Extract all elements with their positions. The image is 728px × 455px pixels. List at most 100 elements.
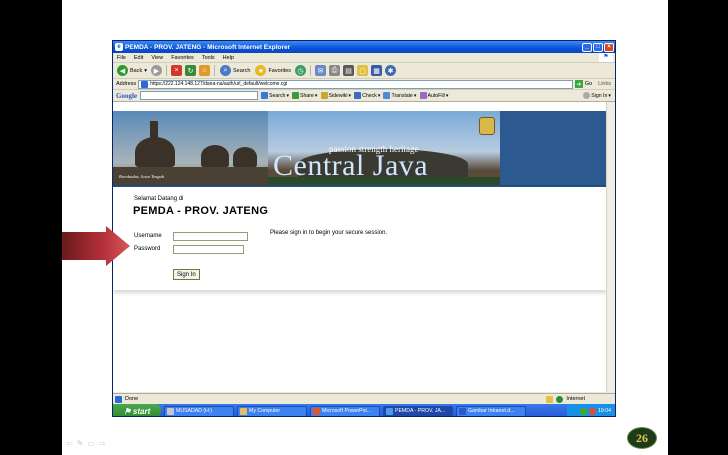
clock[interactable]: 19:04 (598, 408, 611, 414)
password-label: Password (134, 246, 161, 252)
org-title: PEMDA - PROV. JATENG (133, 205, 269, 217)
signin-hint: Please sign in to begin your secure sess… (270, 230, 388, 236)
taskbar: ⚑ start MUSADAD (H:) My Computer Microso… (113, 404, 615, 416)
menu-view[interactable]: View (151, 55, 163, 61)
refresh-icon[interactable]: ↻ (185, 65, 196, 76)
user-icon (583, 92, 591, 99)
google-signin-label: Sign In (591, 92, 608, 99)
back-label: Back (130, 67, 143, 74)
research-icon[interactable]: ▦ (371, 65, 383, 76)
slide-right-border (668, 0, 728, 455)
standard-toolbar: ◀ Back ▾ ▶ × ↻ ⌂ ⌕ Search ★ Favorites ◷ … (113, 63, 615, 79)
stupa-shape (201, 145, 229, 167)
stop-icon[interactable]: × (171, 65, 182, 76)
address-input[interactable]: https://222.124.148.127/dana-na/auth/url… (138, 79, 573, 89)
go-label: Go (584, 81, 593, 87)
share-label: Share (300, 92, 314, 99)
status-text: Done (125, 396, 139, 402)
drive-icon (167, 407, 174, 415)
google-search-input[interactable] (140, 91, 258, 100)
tray-antivirus-icon[interactable] (589, 407, 597, 415)
google-sidewiki-button[interactable]: Sidewiki ▾ (320, 92, 351, 99)
history-icon[interactable]: ◷ (295, 65, 307, 76)
autofill-label: AutoFill (427, 92, 445, 99)
page-icon (141, 80, 149, 88)
toolbar-separator (310, 65, 312, 76)
folder-icon (240, 407, 247, 415)
minimize-button[interactable]: _ (582, 42, 592, 52)
forward-icon[interactable]: ▶ (151, 65, 162, 76)
slide-menu-icon[interactable]: ▭ (87, 439, 95, 448)
system-tray: 19:04 (567, 404, 615, 416)
home-icon[interactable]: ⌂ (199, 65, 210, 76)
go-button[interactable]: ➜ Go (574, 80, 596, 88)
edit-icon[interactable]: ▤ (343, 65, 355, 76)
translate-label: Translate (391, 92, 413, 99)
toolbar-separator (214, 65, 215, 76)
vertical-scrollbar[interactable] (606, 102, 615, 392)
print-icon[interactable]: ⎙ (329, 65, 341, 76)
favorites-label: Favorites (268, 67, 292, 74)
slide-pen-icon[interactable]: ✎ (77, 439, 84, 448)
links-button[interactable]: Links (598, 81, 615, 87)
task-my-computer[interactable]: My Computer (237, 405, 307, 416)
done-page-icon (115, 395, 122, 403)
task-musadad[interactable]: MUSADAD (H:) (164, 405, 234, 416)
google-search-icon (261, 92, 268, 99)
discuss-icon[interactable]: ▢ (357, 65, 369, 76)
address-url: https://222.124.148.127/dana-na/auth/url… (150, 81, 288, 87)
favorites-button[interactable]: ★ Favorites (254, 65, 292, 76)
google-check-button[interactable]: Check ▾ (354, 92, 380, 99)
task-pemda[interactable]: PEMDA - PROV. JA... (383, 405, 453, 416)
search-icon: ⌕ (220, 65, 231, 76)
start-label: start (132, 406, 151, 416)
mail-icon[interactable]: ✉ (315, 65, 327, 76)
sidewiki-icon (320, 92, 328, 99)
google-signin-button[interactable]: Sign In ▾ (583, 92, 615, 99)
menu-tools[interactable]: Tools (202, 55, 215, 61)
password-input[interactable] (173, 245, 244, 254)
stupa-shape (233, 147, 257, 167)
page-number-badge: 26 (627, 427, 657, 449)
signin-button[interactable]: Sign In (173, 269, 200, 280)
back-button[interactable]: ◀ Back ▾ (116, 65, 148, 76)
task-label: MUSADAD (H:) (176, 408, 213, 414)
search-button[interactable]: ⌕ Search (219, 65, 251, 76)
toolbar-separator (166, 65, 167, 76)
banner-blue-panel (500, 111, 607, 185)
google-translate-button[interactable]: Translate ▾ (383, 92, 417, 99)
google-logo[interactable]: Google (116, 92, 137, 100)
slide-navigation: ⇦ ✎ ▭ ⇨ (66, 439, 106, 448)
menu-edit[interactable]: Edit (134, 55, 143, 61)
google-autofill-button[interactable]: AutoFill ▾ (419, 92, 448, 99)
start-button[interactable]: ⚑ start (113, 404, 161, 416)
translate-icon (383, 92, 391, 99)
close-button[interactable]: × (604, 42, 614, 52)
ie-icon (386, 407, 393, 415)
welcome-text: Selamat Datang di (134, 196, 184, 202)
task-gambar[interactable]: Gambar Intranet.d... (456, 405, 526, 416)
google-search-label: Search (269, 92, 286, 99)
star-icon: ★ (255, 65, 267, 76)
menu-help[interactable]: Help (223, 55, 234, 61)
google-share-button[interactable]: Share ▾ (292, 92, 318, 99)
menu-bar: File Edit View Favorites Tools Help ⚑ (113, 53, 615, 63)
google-search-button[interactable]: Search ▾ (261, 92, 289, 99)
task-powerpoint[interactable]: Microsoft PowerPoi... (310, 405, 380, 416)
lock-icon (546, 395, 554, 403)
login-panel: Selamat Datang di PEMDA - PROV. JATENG U… (113, 187, 607, 290)
back-arrow-icon: ◀ (117, 65, 128, 76)
slide-next-icon[interactable]: ⇨ (99, 439, 106, 448)
stupa-spire (150, 121, 158, 139)
tray-network-icon[interactable] (580, 407, 588, 415)
go-arrow-icon: ➜ (574, 80, 583, 88)
google-toolbar: Google Search ▾ Share ▾ Sidewiki ▾ Check… (113, 90, 615, 102)
slide-left-border (0, 0, 62, 455)
slide-prev-icon[interactable]: ⇦ (66, 439, 73, 448)
maximize-button[interactable]: □ (593, 42, 603, 52)
check-icon (354, 92, 362, 99)
username-input[interactable] (173, 232, 248, 241)
menu-favorites[interactable]: Favorites (171, 55, 194, 61)
messenger-icon[interactable]: ✱ (385, 65, 397, 76)
menu-file[interactable]: File (117, 55, 126, 61)
